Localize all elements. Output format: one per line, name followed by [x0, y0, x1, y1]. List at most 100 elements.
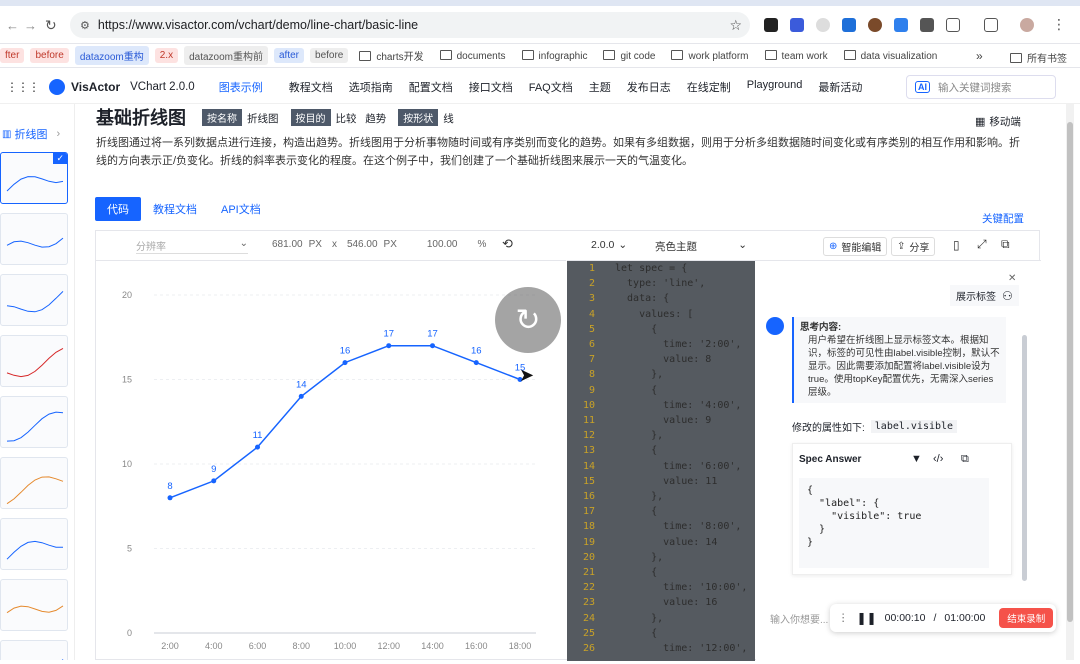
line-number: 25 — [582, 627, 595, 639]
bookmark-item[interactable]: after — [274, 48, 305, 63]
height-input[interactable]: 546.00 — [347, 239, 378, 250]
bookmark-item[interactable]: data visualization — [839, 48, 943, 64]
reload-icon[interactable]: ↻ — [45, 17, 57, 34]
chart-thumbnail[interactable] — [0, 518, 68, 570]
bookmark-item[interactable]: 2.x — [154, 48, 179, 63]
stop-recording-button[interactable]: 结束录制 — [999, 608, 1054, 628]
site-info-icon[interactable]: ⚙ — [80, 19, 90, 32]
puzzle-icon[interactable] — [946, 18, 960, 32]
chart-thumbnail[interactable] — [0, 213, 68, 265]
bookmark-item[interactable]: fter — [0, 48, 25, 63]
time-separator: / — [933, 612, 937, 624]
sidebar-category[interactable]: ▥ 折线图 › — [2, 126, 60, 142]
tag-value[interactable]: 线 — [443, 113, 454, 125]
code-editor[interactable]: 1 let spec = {2 type: 'line', 3 data: {4 v… — [567, 261, 755, 661]
nav-item[interactable]: 图表示例 — [219, 79, 263, 95]
scrollbar[interactable] — [1022, 335, 1027, 581]
bookmark-manager-icon[interactable] — [984, 18, 998, 32]
bookmark-item[interactable]: infographic — [517, 48, 593, 64]
width-input[interactable]: 681.00 — [272, 239, 303, 250]
nav-item[interactable]: Playground — [747, 79, 803, 95]
theme-select[interactable]: 亮色主题 ⌄ — [655, 239, 747, 254]
bookmark-item[interactable]: work platform — [666, 48, 753, 64]
product-version[interactable]: VChart 2.0.0 — [130, 81, 195, 93]
code-view-icon[interactable]: ‹/› — [933, 453, 943, 465]
reload-overlay-button[interactable]: ↻ — [495, 287, 561, 353]
tag-value[interactable]: 比较 趋势 — [336, 113, 387, 125]
extension-icon[interactable] — [920, 18, 934, 32]
extension-icon[interactable] — [764, 18, 778, 32]
mobile-view-button[interactable]: ▦ 移动端 — [975, 114, 1021, 129]
key-config-link[interactable]: 关键配置 — [982, 211, 1024, 226]
bookmark-item[interactable]: team work — [760, 48, 833, 64]
nav-item[interactable]: FAQ文档 — [529, 79, 573, 95]
nav-item[interactable]: 在线定制 — [687, 79, 731, 95]
bookmark-item[interactable]: datazoom重构前 — [184, 46, 268, 65]
bookmark-item[interactable]: documents — [435, 48, 511, 64]
code-line: { — [615, 567, 658, 578]
doc-tab[interactable]: 教程文档 — [141, 197, 209, 221]
chart-thumbnail[interactable] — [0, 335, 68, 387]
share-button[interactable]: ⇪ 分享 — [891, 237, 936, 256]
nav-item[interactable]: 接口文档 — [469, 79, 513, 95]
apply-icon[interactable]: ▼ — [911, 453, 922, 465]
chart-thumbnail[interactable] — [0, 396, 68, 448]
copy-icon[interactable]: ⧉ — [1001, 237, 1010, 252]
nav-item[interactable]: 最新活动 — [818, 79, 862, 95]
copy-icon[interactable]: ⧉ — [961, 453, 969, 466]
nav-item[interactable]: 教程文档 — [289, 79, 333, 95]
tag-value[interactable]: 折线图 — [247, 113, 279, 125]
extension-icon[interactable] — [790, 18, 804, 32]
code-line: time: '8:00', — [615, 521, 742, 533]
page-scrollbar[interactable] — [1066, 104, 1074, 660]
doc-tab[interactable]: 代码 — [95, 197, 141, 221]
y-tick-label: 0 — [127, 628, 132, 638]
address-bar[interactable]: ⚙ https://www.visactor.com/vchart/demo/l… — [70, 12, 750, 38]
brand-name[interactable]: VisActor — [71, 80, 120, 94]
drag-handle-icon[interactable]: ⋮ — [838, 612, 849, 624]
visactor-logo[interactable] — [49, 78, 65, 95]
chart-thumbnail[interactable] — [0, 579, 68, 631]
profile-avatar[interactable] — [1020, 18, 1034, 32]
chart-thumbnail[interactable] — [0, 274, 68, 326]
resolution-select[interactable]: 分辨率 ⌄ — [136, 238, 248, 254]
chart-thumbnail[interactable] — [0, 640, 68, 660]
extension-icon[interactable] — [842, 18, 856, 32]
split-view-icon[interactable]: ▯ — [953, 238, 960, 252]
bookmark-item[interactable]: before — [310, 48, 349, 63]
line-number: 21 — [582, 567, 595, 578]
nav-item[interactable]: 主题 — [589, 79, 611, 95]
extension-icon[interactable] — [868, 18, 882, 32]
apps-grid-icon[interactable]: ⋮⋮⋮ — [6, 80, 40, 94]
fullscreen-icon[interactable]: ⤢ — [977, 237, 987, 252]
rotate-icon[interactable]: ⟲ — [502, 236, 513, 252]
nav-item[interactable]: 配置文档 — [409, 79, 453, 95]
bookmark-item[interactable]: datazoom重构 — [74, 46, 149, 65]
zoom-input[interactable]: 100.00 — [427, 239, 458, 250]
pause-icon[interactable]: ❚❚ — [857, 611, 877, 625]
chart-thumbnail[interactable] — [0, 457, 68, 509]
code-line: }, — [615, 612, 664, 624]
nav-item[interactable]: 发布日志 — [627, 79, 671, 95]
version-select[interactable]: 2.0.0 ⌄ — [591, 239, 627, 251]
show-label-chip[interactable]: 展示标签 ⚇ — [950, 285, 1019, 306]
search-input[interactable]: AI 输入关键词搜索 — [906, 75, 1056, 99]
chart-thumbnail[interactable]: ✓ — [0, 152, 68, 204]
data-point — [430, 343, 435, 349]
all-bookmarks-folder[interactable]: 所有书签 — [1005, 48, 1072, 67]
bookmark-item[interactable]: git code — [598, 48, 660, 64]
smart-edit-label: 智能编辑 — [841, 243, 882, 254]
menu-icon[interactable]: ⋮ — [1052, 16, 1066, 33]
bookmark-star-icon[interactable]: ☆ — [729, 17, 742, 34]
forward-icon[interactable]: → — [24, 18, 37, 33]
doc-tab[interactable]: API文档 — [209, 197, 273, 221]
bookmarks-more-button[interactable]: » — [976, 49, 983, 63]
back-icon[interactable]: ← — [6, 18, 19, 33]
smart-edit-button[interactable]: ⊕ 智能编辑 — [823, 237, 888, 256]
extension-icon[interactable] — [894, 18, 908, 32]
nav-item[interactable]: 选项指南 — [349, 79, 393, 95]
close-icon[interactable]: ✕ — [1008, 273, 1016, 284]
extension-icon[interactable] — [816, 18, 830, 32]
bookmark-item[interactable]: charts开发 — [354, 46, 428, 65]
bookmark-item[interactable]: before — [30, 48, 69, 63]
